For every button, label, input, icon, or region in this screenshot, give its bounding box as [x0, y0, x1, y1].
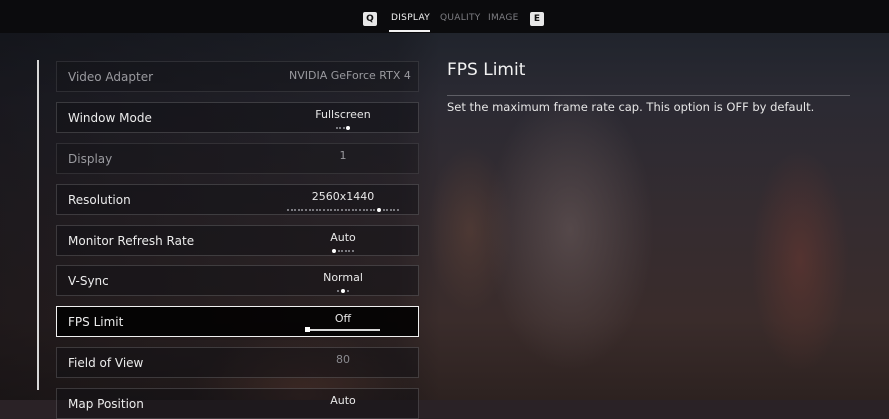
setting-value: Normal: [323, 271, 363, 284]
info-title: FPS Limit: [447, 60, 526, 80]
setting-value: Auto: [330, 394, 356, 407]
active-tab-indicator: [389, 30, 430, 32]
setting-value: NVIDIA GeForce RTX 4: [289, 69, 411, 82]
setting-label: Resolution: [68, 193, 131, 207]
tab-quality[interactable]: QUALITY: [440, 13, 481, 23]
setting-label: Video Adapter: [68, 70, 154, 84]
tab-image[interactable]: IMAGE: [488, 13, 519, 23]
setting-row-v-sync[interactable]: V-Sync Normal: [56, 265, 419, 296]
scrollbar[interactable]: [37, 60, 39, 390]
setting-value: Auto: [330, 231, 356, 244]
setting-label: V-Sync: [68, 274, 109, 288]
setting-value: 2560x1440: [311, 190, 375, 203]
setting-label: FPS Limit: [68, 315, 124, 329]
setting-value: Off: [334, 312, 352, 325]
setting-row-field-of-view[interactable]: Field of View 80: [56, 347, 419, 378]
setting-row-display[interactable]: Display 1: [56, 143, 419, 174]
fps-limit-slider-thumb[interactable]: [305, 327, 310, 332]
next-tab-key-hint[interactable]: E: [530, 12, 544, 26]
option-dots: [237, 287, 449, 293]
setting-row-monitor-refresh-rate[interactable]: Monitor Refresh Rate Auto: [56, 225, 419, 256]
setting-label: Display: [68, 152, 113, 166]
setting-value: Fullscreen: [315, 108, 371, 121]
setting-value: 1: [339, 149, 347, 162]
fps-limit-slider-track[interactable]: [308, 329, 380, 331]
option-dots: [237, 247, 449, 253]
tab-display[interactable]: DISPLAY: [391, 13, 430, 23]
setting-label: Map Position: [68, 397, 144, 411]
setting-value: 80: [336, 353, 350, 366]
option-dots: [237, 124, 449, 130]
setting-label: Field of View: [68, 356, 144, 370]
info-description: Set the maximum frame rate cap. This opt…: [447, 100, 815, 114]
setting-row-resolution[interactable]: Resolution 2560x1440: [56, 184, 419, 215]
option-dots: [237, 206, 449, 212]
setting-label: Window Mode: [68, 111, 152, 125]
setting-row-map-position[interactable]: Map Position Auto: [56, 388, 419, 419]
tabs: Q DISPLAY QUALITY IMAGE E: [0, 0, 889, 33]
setting-row-window-mode[interactable]: Window Mode Fullscreen: [56, 102, 419, 133]
setting-row-fps-limit[interactable]: FPS Limit Off: [56, 306, 419, 337]
setting-label: Monitor Refresh Rate: [68, 234, 195, 248]
info-divider: [447, 95, 850, 96]
prev-tab-key-hint[interactable]: Q: [363, 12, 377, 26]
setting-row-video-adapter[interactable]: Video Adapter NVIDIA GeForce RTX 4: [56, 61, 419, 92]
